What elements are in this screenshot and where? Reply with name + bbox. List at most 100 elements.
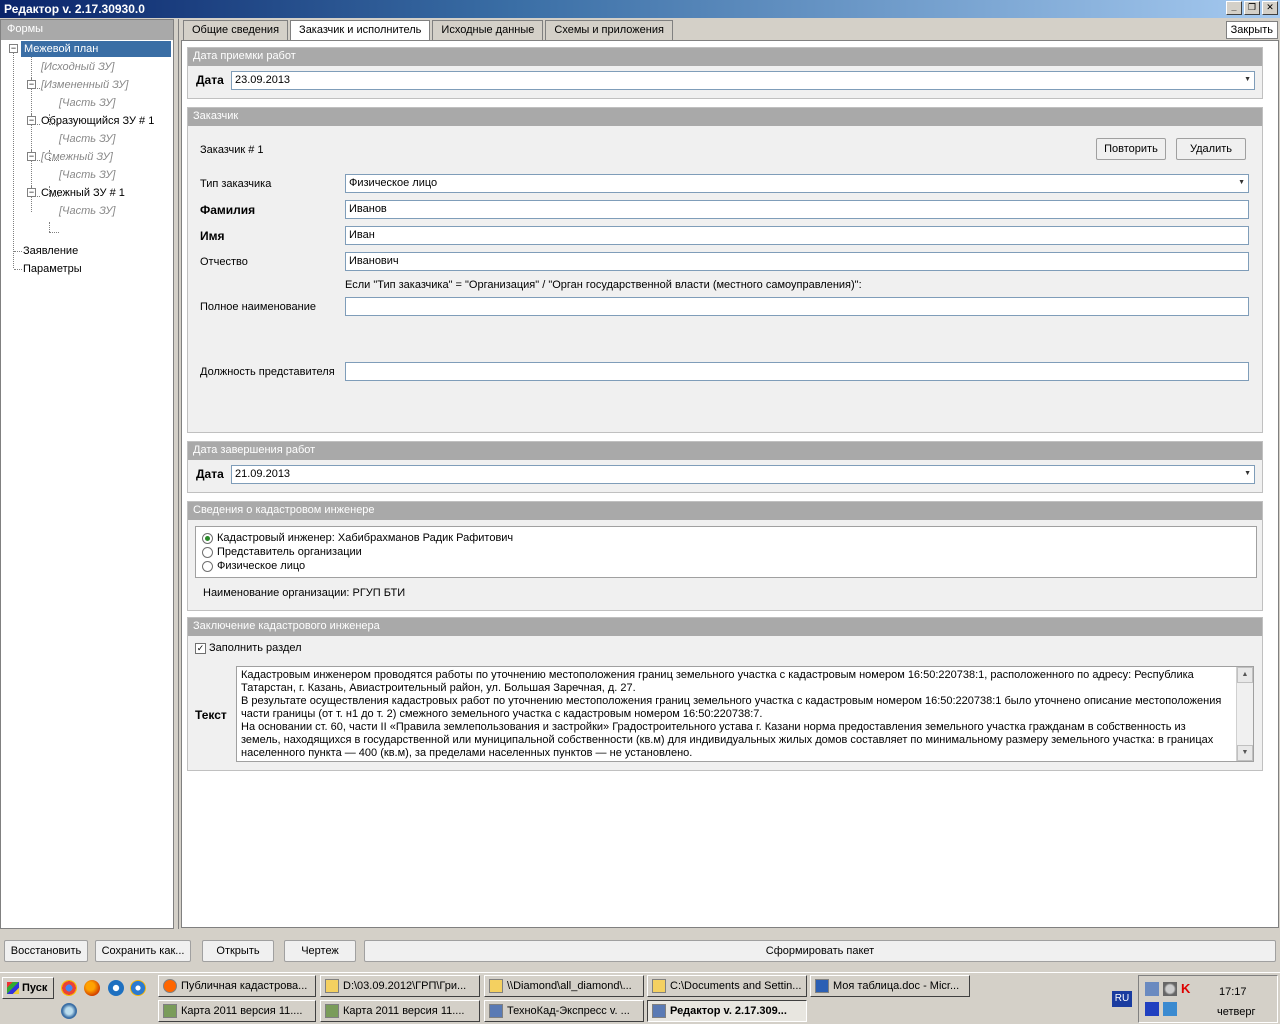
media-tray-icon[interactable] [1145,1002,1159,1016]
tree-item-parameters[interactable]: Параметры [23,261,82,277]
tree-item-changed-plot[interactable]: [Измененный ЗУ] [41,77,128,93]
text-scrollbar[interactable]: ▲ ▼ [1236,667,1253,761]
editor-panel: Общие сведения Заказчик и исполнитель Ис… [178,19,1280,929]
delete-button[interactable]: Удалить [1176,138,1246,160]
text-line: Кадастровым инженером проводятся работы … [241,669,1194,681]
map-icon [163,1004,177,1018]
close-button[interactable]: Закрыть [1225,21,1278,39]
firefox-icon[interactable] [84,980,100,996]
surname-field[interactable]: Иванов [345,200,1249,219]
forms-panel: Формы − − − − − Межевой план [Исходный З… [0,19,174,929]
radio-organization-representative[interactable]: Представитель организации [202,545,362,559]
chevron-down-icon[interactable]: ▼ [1244,76,1251,83]
tree-item-plot-part[interactable]: [Часть ЗУ] [59,167,115,183]
tree-item-plot-part[interactable]: [Часть ЗУ] [59,131,115,147]
acceptance-date-value: 23.09.2013 [235,74,291,86]
volume-tray-icon[interactable] [1163,982,1177,996]
completion-date-picker[interactable]: 21.09.2013 ▼ [231,465,1255,484]
patronymic-field[interactable]: Иванович [345,252,1249,271]
task-word-document[interactable]: Моя таблица.doc - Micr... [810,975,970,997]
open-button[interactable]: Открыть [202,940,274,962]
conclusion-header: Заключение кадастрового инженера [188,618,1262,636]
fill-section-checkbox[interactable]: ✓ Заполнить раздел [195,642,302,654]
representative-position-field[interactable] [345,362,1249,381]
chevron-down-icon[interactable]: ▼ [1244,470,1251,477]
collapse-icon[interactable]: − [27,116,36,125]
radio-cadastral-engineer[interactable]: Кадастровый инженер: Хабибрахманов Радик… [202,531,513,545]
task-label: C:\Documents and Settin... [670,980,802,992]
tree-item-plot-part[interactable]: [Часть ЗУ] [59,95,115,111]
checkbox-checked-icon: ✓ [195,642,206,654]
minimize-icon[interactable]: _ [1226,1,1242,15]
tree-item-mezhevoy-plan[interactable]: Межевой план [21,41,171,57]
text-line: части границы (от т. н1 до т. 2) смежног… [241,708,763,720]
repeat-button[interactable]: Повторить [1096,138,1166,160]
conclusion-section: Заключение кадастрового инженера ✓ Запол… [187,617,1263,771]
app-icon [489,1004,503,1018]
chrome-icon[interactable] [61,980,77,996]
tab-general[interactable]: Общие сведения [183,20,289,40]
full-name-field[interactable] [345,297,1249,316]
save-as-button[interactable]: Сохранить как... [95,940,191,962]
forms-header: Формы [1,20,173,40]
task-browser[interactable]: Публичная кадастрова... [158,975,316,997]
tree-item-application[interactable]: Заявление [23,243,78,259]
form-package-button[interactable]: Сформировать пакет [364,940,1276,962]
customer-type-value: Физическое лицо [349,177,438,189]
task-folder-documents[interactable]: C:\Documents and Settin... [647,975,807,997]
task-folder-diamond[interactable]: \\Diamond\all_diamond\... [484,975,644,997]
collapse-icon[interactable]: − [27,152,36,161]
restore-button[interactable]: Восстановить [4,940,88,962]
clock-day: четверг [1217,1006,1256,1018]
tree-item-adjacent-plot[interactable]: Смежный ЗУ # 1 [41,185,125,201]
chevron-down-icon[interactable]: ▼ [1238,179,1245,186]
radio-unselected-icon [202,560,213,572]
start-button[interactable]: Пуск [2,977,54,999]
text-line: Татарстан, г. Казань, Авиастроительный р… [241,682,636,694]
tree-item-forming-plot[interactable]: Образующийся ЗУ # 1 [41,113,154,129]
tab-customer-executor[interactable]: Заказчик и исполнитель [290,20,431,41]
task-map-1[interactable]: Карта 2011 версия 11.... [158,1000,316,1022]
radio-label: Кадастровый инженер: Хабибрахманов Радик… [217,532,514,544]
task-label: Редактор v. 2.17.309... [670,1005,787,1017]
radio-unselected-icon [202,546,213,558]
network-tray-icon[interactable] [1145,982,1159,996]
clock-time[interactable]: 17:17 [1219,986,1247,998]
antivirus-tray-icon[interactable]: K [1181,982,1195,996]
collapse-icon[interactable]: − [9,44,18,53]
text-line: населенного пункта — 400 (кв.м), за пред… [241,747,693,759]
acceptance-date-picker[interactable]: 23.09.2013 ▼ [231,71,1255,90]
drawing-button[interactable]: Чертеж [284,940,356,962]
tab-source-data[interactable]: Исходные данные [432,20,544,40]
word-icon [815,979,829,993]
task-editor[interactable]: Редактор v. 2.17.309... [647,1000,807,1022]
patronymic-label: Отчество [200,256,248,268]
customer-type-select[interactable]: Физическое лицо ▼ [345,174,1249,193]
collapse-icon[interactable]: − [27,188,36,197]
tree-item-source-plot[interactable]: [Исходный ЗУ] [41,59,114,75]
task-folder-grp[interactable]: D:\03.09.2012\ГРП\Гри... [320,975,480,997]
app-tray-icon[interactable] [1163,1002,1177,1016]
scroll-up-icon[interactable]: ▲ [1237,667,1253,683]
collapse-icon[interactable]: − [27,80,36,89]
acceptance-header: Дата приемки работ [188,48,1262,66]
conclusion-text[interactable]: Кадастровым инженером проводятся работы … [236,666,1254,762]
task-technokad[interactable]: ТехноКад-Экспресс v. ... [484,1000,644,1022]
ie-icon[interactable] [108,980,124,996]
folder-icon [489,979,503,993]
media-player-icon[interactable] [130,980,146,996]
tree-item-adjacent-plot-placeholder[interactable]: [Смежный ЗУ] [41,149,113,165]
radio-selected-icon [202,532,213,544]
engineer-section: Сведения о кадастровом инженере Кадастро… [187,501,1263,611]
task-map-2[interactable]: Карта 2011 версия 11.... [320,1000,480,1022]
restore-icon[interactable]: ❐ [1244,1,1260,15]
tree-item-plot-part[interactable]: [Часть ЗУ] [59,203,115,219]
tab-schemes[interactable]: Схемы и приложения [545,20,673,40]
completion-date-value: 21.09.2013 [235,468,291,480]
radio-individual[interactable]: Физическое лицо [202,559,305,573]
scroll-down-icon[interactable]: ▼ [1237,745,1253,761]
name-field[interactable]: Иван [345,226,1249,245]
network-icon[interactable] [61,1003,77,1019]
language-indicator[interactable]: RU [1112,991,1132,1007]
close-icon[interactable]: ✕ [1262,1,1278,15]
